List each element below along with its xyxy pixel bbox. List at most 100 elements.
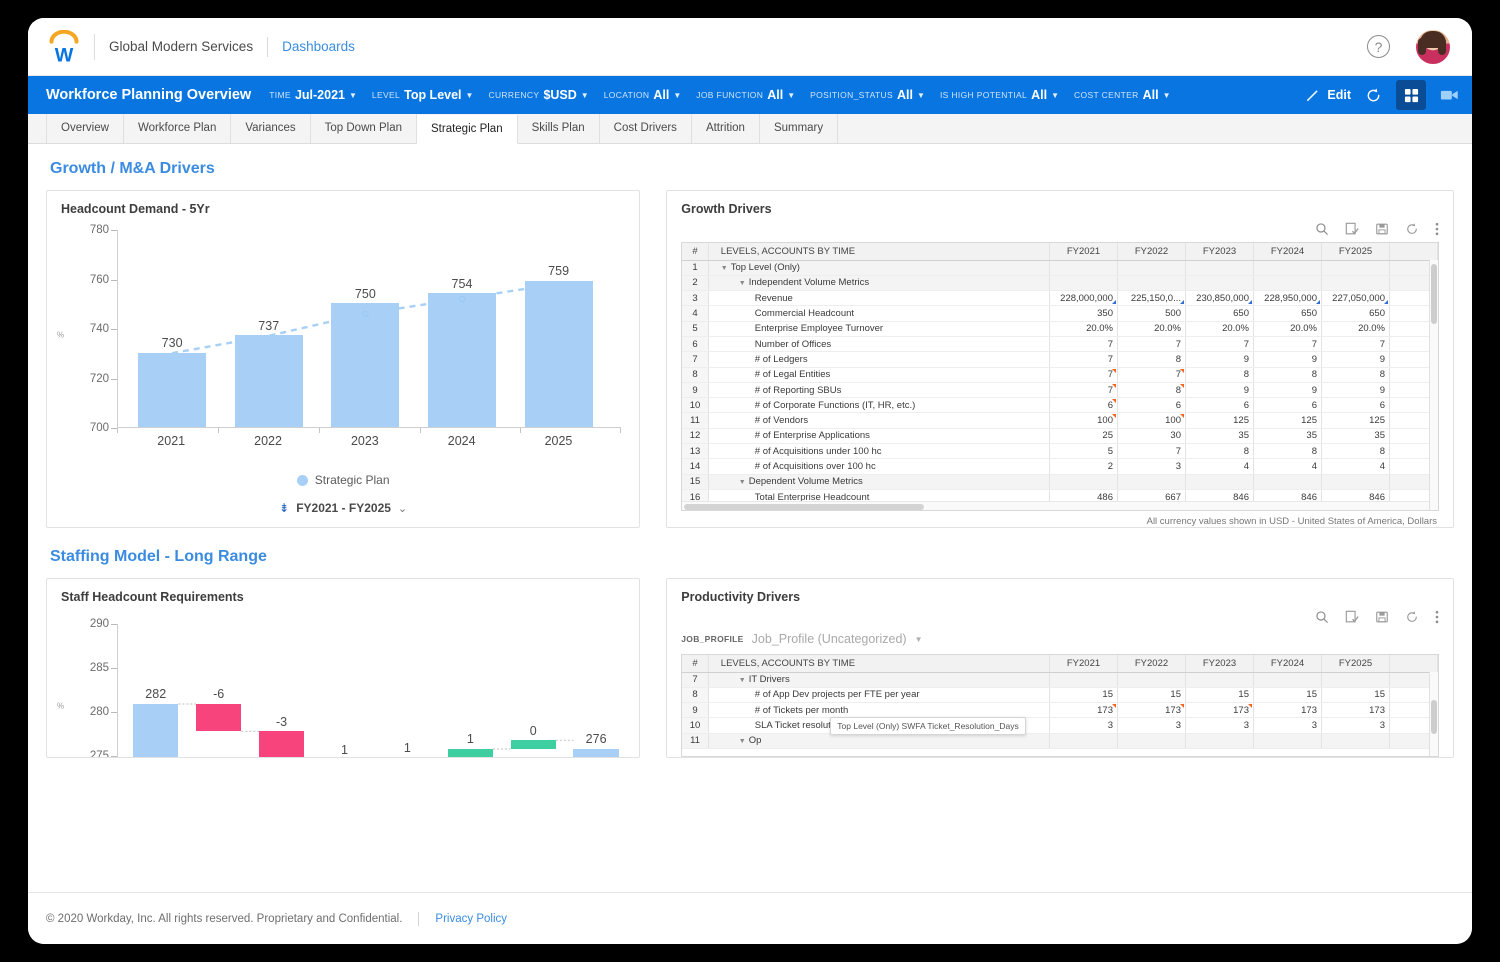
table-cell[interactable]: 9: [1321, 382, 1390, 399]
table-cell[interactable]: 173: [1185, 702, 1254, 719]
table-row[interactable]: 14 # of Acquisitions over 100 hc 2 3 4 4 4: [682, 458, 1438, 475]
table-cell[interactable]: 228,950,000: [1253, 290, 1322, 307]
filter-level[interactable]: LEVEL Top Level ▼: [372, 88, 474, 102]
filter-time[interactable]: TIME Jul-2021 ▼: [269, 88, 357, 102]
table-cell[interactable]: 15: [1321, 687, 1390, 704]
productivity-drivers-grid[interactable]: # LEVELS, ACCOUNTS BY TIME FY2021 FY2022…: [681, 654, 1439, 757]
table-cell[interactable]: 8: [1253, 367, 1322, 383]
tab-cost-drivers[interactable]: Cost Drivers: [599, 114, 692, 143]
table-cell[interactable]: 15: [1049, 687, 1118, 704]
filter-cost-center[interactable]: COST CENTER All ▼: [1074, 88, 1171, 102]
tab-strategic-plan[interactable]: Strategic Plan: [417, 115, 518, 144]
tab-summary[interactable]: Summary: [759, 114, 839, 143]
tab-skills-plan[interactable]: Skills Plan: [517, 114, 600, 143]
filter-location[interactable]: LOCATION All ▼: [604, 88, 682, 102]
table-cell[interactable]: 500: [1117, 305, 1186, 322]
filter-position-status[interactable]: POSITION_STATUS All ▼: [810, 88, 925, 102]
table-cell[interactable]: 35: [1253, 428, 1322, 445]
table-cell[interactable]: 125: [1321, 412, 1390, 429]
table-cell[interactable]: 650: [1321, 305, 1390, 322]
refresh-icon[interactable]: [1405, 610, 1419, 624]
table-cell[interactable]: 7: [1049, 336, 1118, 353]
table-row[interactable]: 10 # of Corporate Functions (IT, HR, etc.…: [682, 397, 1438, 414]
table-cell[interactable]: 6: [1185, 397, 1254, 414]
edit-check-icon[interactable]: [1345, 222, 1359, 236]
table-cell[interactable]: 650: [1253, 305, 1322, 322]
table-cell[interactable]: [1321, 672, 1390, 688]
table-row[interactable]: 13 # of Acquisitions under 100 hc 5 7 8 8 8: [682, 443, 1438, 460]
table-cell[interactable]: [1321, 474, 1390, 490]
tab-top-down-plan[interactable]: Top Down Plan: [310, 114, 417, 143]
table-cell[interactable]: 35: [1185, 428, 1254, 445]
table-cell[interactable]: 20.0%: [1253, 321, 1322, 337]
table-cell[interactable]: [1049, 733, 1118, 749]
edit-button[interactable]: Edit: [1305, 88, 1351, 103]
save-icon[interactable]: [1375, 610, 1389, 624]
table-cell[interactable]: 20.0%: [1185, 321, 1254, 337]
table-cell[interactable]: 125: [1185, 412, 1254, 429]
table-cell[interactable]: 7: [1321, 336, 1390, 353]
table-cell[interactable]: [1253, 275, 1322, 292]
table-cell[interactable]: [1185, 672, 1254, 688]
workday-logo-icon[interactable]: W: [46, 29, 82, 64]
twisty-icon[interactable]: ▼: [721, 265, 728, 272]
table-cell[interactable]: 35: [1321, 428, 1390, 445]
table-cell[interactable]: [1117, 733, 1186, 749]
table-cell[interactable]: 650: [1185, 305, 1254, 322]
table-cell[interactable]: 7: [1185, 336, 1254, 353]
table-cell[interactable]: 8: [1253, 443, 1322, 460]
search-icon[interactable]: [1315, 222, 1329, 236]
table-row[interactable]: 8 # of App Dev projects per FTE per year 1…: [682, 687, 1438, 704]
table-cell[interactable]: 100: [1049, 412, 1118, 429]
growth-drivers-grid[interactable]: # LEVELS, ACCOUNTS BY TIME FY2021 FY2022…: [681, 242, 1439, 511]
table-row[interactable]: 9 # of Tickets per month 173 173 173 173 173: [682, 702, 1438, 719]
table-cell[interactable]: [1185, 275, 1254, 292]
table-cell[interactable]: 6: [1253, 397, 1322, 414]
table-cell[interactable]: 8: [1117, 351, 1186, 368]
table-row[interactable]: 2 ▼ Independent Volume Metrics: [682, 275, 1438, 292]
table-cell[interactable]: 8: [1321, 367, 1390, 383]
table-cell[interactable]: [1117, 672, 1186, 688]
tab-overview[interactable]: Overview: [46, 114, 124, 143]
table-cell[interactable]: 7: [1049, 351, 1118, 368]
table-cell[interactable]: 227,050,000: [1321, 290, 1390, 307]
table-cell[interactable]: 6: [1117, 397, 1186, 414]
twisty-icon[interactable]: ▼: [739, 677, 746, 684]
table-cell[interactable]: 5: [1049, 443, 1118, 460]
table-cell[interactable]: [1049, 474, 1118, 490]
table-cell[interactable]: 3: [1117, 717, 1186, 734]
table-cell[interactable]: [1253, 733, 1322, 749]
table-cell[interactable]: 173: [1049, 702, 1118, 719]
table-cell[interactable]: 3: [1049, 717, 1118, 734]
table-cell[interactable]: 8: [1185, 443, 1254, 460]
tab-variances[interactable]: Variances: [231, 114, 311, 143]
table-row[interactable]: 15 ▼ Dependent Volume Metrics: [682, 474, 1438, 490]
table-cell[interactable]: 230,850,000: [1185, 290, 1254, 307]
table-cell[interactable]: 6: [1049, 397, 1118, 414]
table-row[interactable]: 3 Revenue 228,000,000 225,150,0... 230,850,0…: [682, 290, 1438, 307]
table-cell[interactable]: 3: [1321, 717, 1390, 734]
table-cell[interactable]: 173: [1321, 702, 1390, 719]
table-cell[interactable]: 9: [1253, 351, 1322, 368]
twisty-icon[interactable]: ▼: [739, 738, 746, 745]
table-cell[interactable]: [1321, 260, 1390, 276]
table-cell[interactable]: [1253, 260, 1322, 276]
table-row[interactable]: 12 # of Enterprise Applications 25 30 35 35 35: [682, 428, 1438, 445]
twisty-icon[interactable]: ▼: [739, 280, 746, 287]
table-cell[interactable]: 7: [1049, 367, 1118, 383]
help-icon[interactable]: ?: [1367, 35, 1390, 58]
save-icon[interactable]: [1375, 222, 1389, 236]
video-camera-icon[interactable]: [1440, 87, 1460, 103]
table-row[interactable]: 8 # of Legal Entities 7 7 8 8 8: [682, 367, 1438, 383]
table-cell[interactable]: 20.0%: [1117, 321, 1186, 337]
table-cell[interactable]: 350: [1049, 305, 1118, 322]
table-row[interactable]: 5 Enterprise Employee Turnover 20.0% 20.0% 2…: [682, 321, 1438, 337]
table-cell[interactable]: 8: [1321, 443, 1390, 460]
breadcrumb-dashboards-link[interactable]: Dashboards: [282, 39, 355, 54]
table-cell[interactable]: [1185, 260, 1254, 276]
tab-workforce-plan[interactable]: Workforce Plan: [123, 114, 232, 143]
table-cell[interactable]: 20.0%: [1321, 321, 1390, 337]
table-cell[interactable]: 228,000,000: [1049, 290, 1118, 307]
table-cell[interactable]: 7: [1117, 367, 1186, 383]
table-cell[interactable]: [1049, 260, 1118, 276]
